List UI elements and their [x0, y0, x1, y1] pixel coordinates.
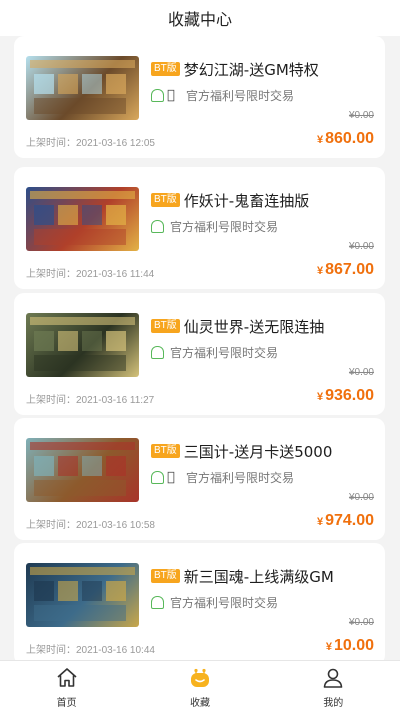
game-thumbnail[interactable] [26, 56, 139, 120]
subtitle-text: 官方福利号限时交易 [170, 595, 279, 610]
bottom-tab-bar: 首页 收藏 我的 [0, 660, 400, 711]
tab-profile-label: 我的 [323, 697, 344, 709]
apple-icon:  [167, 471, 180, 484]
currency-symbol: ¥ [316, 134, 324, 146]
title-row: BT版 仙灵世界-送无限连抽 [151, 315, 377, 337]
platform-row:  官方福利号限时交易 [151, 86, 377, 104]
currency-symbol: ¥ [316, 265, 324, 277]
original-price: ¥0.00 [348, 110, 374, 121]
android-icon [151, 88, 164, 102]
platform-row: 官方福利号限时交易 [151, 593, 377, 611]
currency-symbol: ¥ [316, 391, 324, 403]
game-card[interactable]: BT版 新三国魂-上线满级GM 官方福利号限时交易 ¥0.00 上架时间：202… [14, 543, 385, 665]
sale-price: ¥10.00 [326, 637, 374, 655]
home-icon [57, 667, 77, 687]
android-icon [151, 595, 164, 609]
sale-price: ¥936.00 [317, 387, 374, 405]
original-price: ¥0.00 [348, 241, 374, 252]
game-card[interactable]: BT版 仙灵世界-送无限连抽 官方福利号限时交易 ¥0.00 上架时间：2021… [14, 293, 385, 415]
price-value: 860.00 [325, 130, 374, 147]
android-icon [151, 219, 164, 233]
tab-profile[interactable]: 我的 [267, 661, 400, 711]
price-value: 974.00 [325, 512, 374, 529]
original-price: ¥0.00 [348, 492, 374, 503]
bt-badge: BT版 [151, 319, 180, 333]
currency-symbol: ¥ [325, 641, 332, 653]
game-title: 仙灵世界-送无限连抽 [183, 317, 325, 336]
bt-badge: BT版 [151, 444, 180, 458]
platform-row:  官方福利号限时交易 [151, 468, 377, 486]
game-thumbnail[interactable] [26, 563, 139, 627]
platform-row: 官方福利号限时交易 [151, 217, 377, 235]
tab-home[interactable]: 首页 [0, 661, 133, 711]
bt-badge: BT版 [151, 569, 180, 583]
subtitle-text: 官方福利号限时交易 [170, 219, 279, 234]
subtitle-text: 官方福利号限时交易 [186, 88, 295, 103]
sale-price: ¥867.00 [317, 261, 374, 279]
bt-badge: BT版 [151, 62, 180, 76]
title-row: BT版 作妖计-鬼畜连抽版 [151, 189, 377, 211]
listing-date: 上架时间：2021-03-16 11:44 [26, 269, 155, 280]
listing-date: 上架时间：2021-03-16 11:27 [26, 395, 155, 406]
sale-price: ¥974.00 [317, 512, 374, 530]
game-card[interactable]: BT版 三国计-送月卡送5000  官方福利号限时交易 ¥0.00 上架时间：… [14, 418, 385, 540]
currency-symbol: ¥ [316, 516, 324, 528]
profile-icon [324, 668, 343, 688]
game-thumbnail[interactable] [26, 187, 139, 251]
tab-favorites-label: 收藏 [189, 697, 210, 709]
tab-home-label: 首页 [56, 697, 77, 709]
favorites-icon [190, 668, 209, 687]
page-title: 收藏中心 [167, 10, 232, 29]
price-value: 936.00 [325, 387, 374, 404]
listing-date: 上架时间：2021-03-16 12:05 [26, 138, 155, 149]
original-price: ¥0.00 [348, 617, 374, 628]
apple-icon:  [167, 89, 180, 102]
game-title: 作妖计-鬼畜连抽版 [183, 191, 310, 210]
game-thumbnail[interactable] [26, 438, 139, 502]
game-title: 三国计-送月卡送5000 [183, 442, 333, 461]
header-bar: 收藏中心 [0, 0, 400, 36]
subtitle-text: 官方福利号限时交易 [186, 470, 295, 485]
game-thumbnail[interactable] [26, 313, 139, 377]
title-row: BT版 三国计-送月卡送5000 [151, 440, 377, 462]
subtitle-text: 官方福利号限时交易 [170, 345, 279, 360]
android-icon [151, 470, 164, 484]
android-icon [151, 345, 164, 359]
bt-badge: BT版 [151, 193, 180, 207]
listing-date: 上架时间：2021-03-16 10:58 [26, 520, 155, 531]
title-row: BT版 新三国魂-上线满级GM [151, 565, 377, 587]
game-title: 新三国魂-上线满级GM [183, 567, 334, 586]
price-value: 10.00 [333, 637, 374, 654]
game-card[interactable]: BT版 作妖计-鬼畜连抽版 官方福利号限时交易 ¥0.00 上架时间：2021-… [14, 167, 385, 289]
title-row: BT版 梦幻江湖-送GM特权 [151, 58, 377, 80]
original-price: ¥0.00 [348, 367, 374, 378]
platform-row: 官方福利号限时交易 [151, 343, 377, 361]
game-title: 梦幻江湖-送GM特权 [183, 60, 319, 79]
game-card[interactable]: BT版 梦幻江湖-送GM特权  官方福利号限时交易 ¥0.00 上架时间：20… [14, 36, 385, 158]
sale-price: ¥860.00 [317, 130, 374, 148]
price-value: 867.00 [325, 261, 374, 278]
listing-date: 上架时间：2021-03-16 10:44 [26, 645, 155, 656]
tab-favorites[interactable]: 收藏 [133, 661, 266, 711]
